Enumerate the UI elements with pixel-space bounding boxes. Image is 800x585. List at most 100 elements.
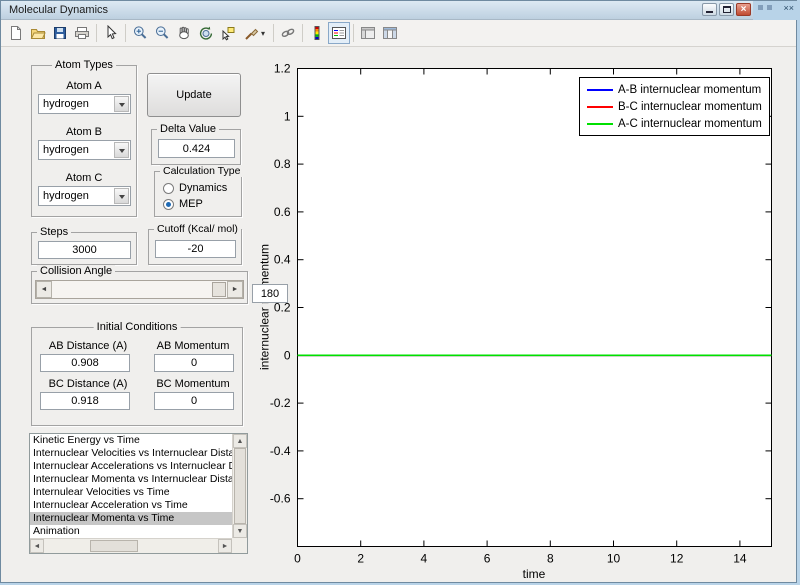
scrollbar-corner	[232, 538, 247, 553]
svg-text:-0.6: -0.6	[270, 492, 291, 506]
svg-text:1.2: 1.2	[274, 62, 291, 76]
save-figure-button[interactable]	[49, 22, 71, 44]
scroll-down-button[interactable]: ▼	[233, 524, 247, 538]
print-figure-button[interactable]	[71, 22, 93, 44]
list-item[interactable]: Internulear Velocities vs Time	[30, 486, 232, 499]
radio-option-mep[interactable]: MEP	[163, 198, 203, 210]
toolbar-separator	[302, 24, 303, 42]
list-item[interactable]: Kinetic Energy vs Time	[30, 434, 232, 447]
list-item[interactable]: Internuclear Momenta vs Time	[30, 512, 232, 525]
close-button[interactable]: ×	[736, 3, 751, 16]
minimize-icon	[706, 7, 713, 13]
collision-angle-slider[interactable]: ◄ ►	[35, 280, 244, 299]
maximize-button[interactable]	[719, 3, 734, 16]
atom-c-dropdown[interactable]: hydrogen	[38, 186, 131, 206]
titlebar[interactable]: Molecular Dynamics × ××	[1, 1, 797, 20]
show-plot-tools-button[interactable]	[379, 22, 401, 44]
new-figure-button[interactable]	[5, 22, 27, 44]
atom-b-dropdown[interactable]: hydrogen	[38, 140, 131, 160]
scroll-left-button[interactable]: ◄	[30, 539, 44, 553]
delta-value-field[interactable]: 0.424	[158, 139, 235, 158]
pan-button[interactable]	[173, 22, 195, 44]
toolbar-separator	[353, 24, 354, 42]
svg-text:1: 1	[284, 109, 291, 123]
atom-c-label: Atom C	[65, 172, 103, 184]
steps-panel: Steps 3000	[31, 226, 137, 265]
panel-title: Steps	[37, 226, 72, 238]
atom-b-label: Atom B	[65, 126, 103, 138]
ab-momentum-field[interactable]: 0	[154, 354, 234, 372]
list-item[interactable]: Animation	[30, 525, 232, 538]
list-item[interactable]: Internuclear Accelerations vs Internucle…	[30, 460, 232, 473]
svg-text:0: 0	[294, 552, 301, 566]
open-file-button[interactable]	[27, 22, 49, 44]
horizontal-scrollbar[interactable]: ◄ ►	[30, 538, 232, 553]
scroll-up-button[interactable]: ▲	[233, 434, 247, 448]
chevron-down-icon[interactable]	[114, 142, 129, 158]
list-item[interactable]: Internuclear Momenta vs Internuclear Dis…	[30, 473, 232, 486]
data-cursor-icon	[222, 27, 235, 41]
bc-distance-label: BC Distance (A)	[48, 378, 128, 390]
atom-c-value: hydrogen	[43, 190, 89, 202]
cutoff-panel: Cutoff (Kcal/ mol) -20	[148, 223, 242, 265]
insert-colorbar-button[interactable]	[306, 22, 328, 44]
update-button[interactable]: Update	[147, 73, 241, 117]
slider-right-arrow-button[interactable]: ►	[227, 281, 243, 298]
legend-line-sample	[587, 122, 613, 125]
legend-label: A-B internuclear momentum	[618, 83, 762, 96]
minimize-button[interactable]	[702, 3, 717, 16]
zoom-in-icon	[134, 26, 147, 39]
print-figure-icon	[75, 27, 89, 39]
legend-label: B-C internuclear momentum	[618, 100, 762, 113]
radio-icon[interactable]	[163, 182, 174, 194]
scroll-right-button[interactable]: ►	[218, 539, 232, 553]
rotate-3d-button[interactable]	[195, 22, 217, 44]
link-plot-button[interactable]	[277, 22, 299, 44]
panel-title: Atom Types	[52, 59, 116, 71]
toolbar-separator	[273, 24, 274, 42]
svg-text:6: 6	[484, 552, 491, 566]
y-axis-label: internuclear momentum	[257, 243, 272, 371]
svg-text:2: 2	[357, 552, 364, 566]
list-item[interactable]: Internuclear Acceleration vs Time	[30, 499, 232, 512]
slider-thumb[interactable]	[212, 282, 226, 297]
bc-momentum-label: BC Momentum	[156, 378, 230, 390]
radio-option-dynamics[interactable]: Dynamics	[163, 182, 227, 194]
insert-legend-button[interactable]	[328, 22, 350, 44]
data-cursor-button[interactable]	[217, 22, 239, 44]
cutoff-field[interactable]: -20	[155, 240, 236, 258]
chevron-down-icon[interactable]	[114, 188, 129, 204]
radio-icon[interactable]	[163, 198, 174, 210]
bc-momentum-field[interactable]: 0	[154, 392, 234, 410]
zoom-out-icon	[156, 26, 169, 39]
desktop-icon	[767, 5, 772, 10]
legend[interactable]: A-B internuclear momentum B-C internuclea…	[579, 77, 770, 136]
ab-distance-field[interactable]: 0.908	[40, 354, 130, 372]
vertical-scrollbar[interactable]: ▲ ▼	[232, 434, 247, 538]
brush-icon	[245, 28, 259, 40]
bc-distance-field[interactable]: 0.918	[40, 392, 130, 410]
brush-data-button[interactable]: ▾	[239, 22, 270, 44]
toolbar: ▾	[1, 20, 796, 47]
list-item[interactable]: Internuclear Velocities vs Internuclear …	[30, 447, 232, 460]
slider-left-arrow-button[interactable]: ◄	[36, 281, 52, 298]
show-plot-tools-icon	[383, 27, 397, 39]
svg-text:4: 4	[421, 552, 428, 566]
steps-field[interactable]: 3000	[38, 241, 131, 259]
chevron-down-icon[interactable]	[114, 96, 129, 112]
zoom-out-button[interactable]	[151, 22, 173, 44]
zoom-in-button[interactable]	[129, 22, 151, 44]
scrollbar-thumb[interactable]	[90, 540, 138, 552]
x-axis-label: time	[522, 567, 546, 581]
hide-plot-tools-button[interactable]	[357, 22, 379, 44]
edit-plot-button[interactable]	[100, 22, 122, 44]
collision-angle-field[interactable]: 180	[252, 284, 288, 303]
edit-plot-arrow-icon	[107, 25, 117, 40]
list-items: Kinetic Energy vs Time Internuclear Veloc…	[30, 434, 232, 538]
atom-a-dropdown[interactable]: hydrogen	[38, 94, 131, 114]
legend-entry: A-C internuclear momentum	[580, 115, 769, 132]
new-figure-icon	[11, 26, 21, 40]
plot-type-list[interactable]: Kinetic Energy vs Time Internuclear Veloc…	[29, 433, 248, 554]
scrollbar-thumb[interactable]	[234, 448, 246, 524]
atom-a-value: hydrogen	[43, 98, 89, 110]
